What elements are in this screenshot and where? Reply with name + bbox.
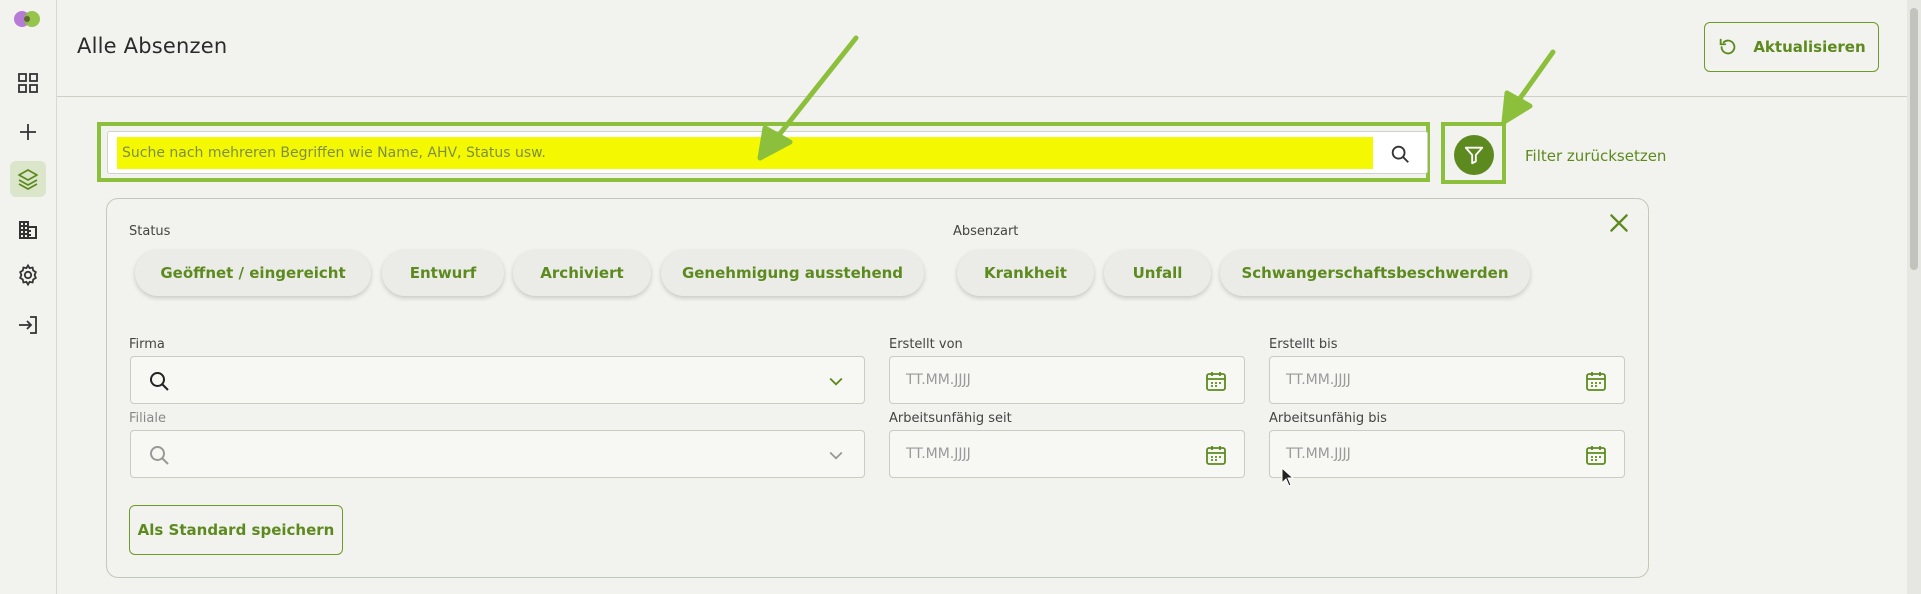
filter-button[interactable]: [1454, 135, 1494, 175]
search-icon[interactable]: [1389, 143, 1411, 165]
au-bis-label: Arbeitsunfähig bis: [1269, 411, 1387, 426]
save-default-button[interactable]: Als Standard speichern: [129, 505, 343, 555]
calendar-icon[interactable]: [1584, 443, 1608, 467]
firma-select[interactable]: [130, 356, 865, 404]
refresh-button[interactable]: Aktualisieren: [1704, 22, 1879, 72]
mouse-cursor-icon: [1281, 467, 1295, 487]
sidebar-item-companies[interactable]: [10, 212, 46, 248]
calendar-icon[interactable]: [1584, 369, 1608, 393]
status-chip-opened[interactable]: Geöffnet / eingereicht: [135, 250, 371, 296]
absenzart-chip-accident[interactable]: Unfall: [1104, 250, 1211, 296]
absenzart-chip-pregnancy[interactable]: Schwangerschaftsbeschwerden: [1220, 250, 1530, 296]
sidebar-item-add[interactable]: [10, 114, 46, 150]
gear-icon: [19, 263, 37, 287]
calendar-icon[interactable]: [1204, 443, 1228, 467]
plus-icon: [20, 124, 36, 140]
building-icon: [19, 221, 37, 239]
search-icon: [150, 446, 169, 465]
absenzart-chip-illness[interactable]: Krankheit: [957, 250, 1094, 296]
date-placeholder: TT.MM.JJJJ: [906, 372, 971, 388]
funnel-icon: [1464, 146, 1484, 165]
search-placeholder: Suche nach mehreren Begriffen wie Name, …: [122, 145, 546, 161]
status-chip-draft[interactable]: Entwurf: [382, 250, 504, 296]
absenzart-group-label: Absenzart: [953, 224, 1019, 239]
dashboard-icon: [18, 73, 38, 93]
erstellt-bis-date-field[interactable]: TT.MM.JJJJ: [1269, 356, 1625, 404]
sidebar: [0, 0, 57, 594]
au-bis-date-field[interactable]: TT.MM.JJJJ: [1269, 430, 1625, 478]
chevron-down-icon: [829, 377, 843, 386]
filiale-select[interactable]: [130, 430, 865, 478]
chevron-down-icon: [829, 451, 843, 460]
calendar-icon[interactable]: [1204, 369, 1228, 393]
au-seit-label: Arbeitsunfähig seit: [889, 411, 1012, 426]
filiale-label: Filiale: [129, 411, 166, 426]
app-logo[interactable]: [12, 10, 44, 28]
search-icon: [150, 372, 169, 391]
date-placeholder: TT.MM.JJJJ: [906, 446, 971, 462]
sidebar-item-dashboard[interactable]: [10, 65, 46, 101]
erstellt-bis-label: Erstellt bis: [1269, 337, 1338, 352]
status-chip-archived[interactable]: Archiviert: [513, 250, 651, 296]
sidebar-item-absenzen[interactable]: [10, 161, 46, 197]
erstellt-von-date-field[interactable]: TT.MM.JJJJ: [889, 356, 1245, 404]
page-title: Alle Absenzen: [77, 34, 228, 58]
logout-icon: [19, 316, 37, 334]
firma-label: Firma: [129, 337, 165, 352]
date-placeholder: TT.MM.JJJJ: [1286, 446, 1351, 462]
filter-reset-link[interactable]: Filter zurücksetzen: [1525, 147, 1666, 165]
scrollbar-thumb[interactable]: [1910, 8, 1918, 270]
sidebar-item-logout[interactable]: [10, 307, 46, 343]
refresh-icon: [1720, 38, 1736, 55]
au-seit-date-field[interactable]: TT.MM.JJJJ: [889, 430, 1245, 478]
status-group-label: Status: [129, 224, 171, 239]
erstellt-von-label: Erstellt von: [889, 337, 963, 352]
close-icon[interactable]: [1606, 210, 1632, 236]
refresh-label: Aktualisieren: [1753, 38, 1866, 56]
header-divider: [57, 96, 1907, 97]
date-placeholder: TT.MM.JJJJ: [1286, 372, 1351, 388]
status-chip-pending[interactable]: Genehmigung ausstehend: [661, 250, 924, 296]
layers-icon: [18, 169, 38, 190]
sidebar-item-settings[interactable]: [10, 257, 46, 293]
